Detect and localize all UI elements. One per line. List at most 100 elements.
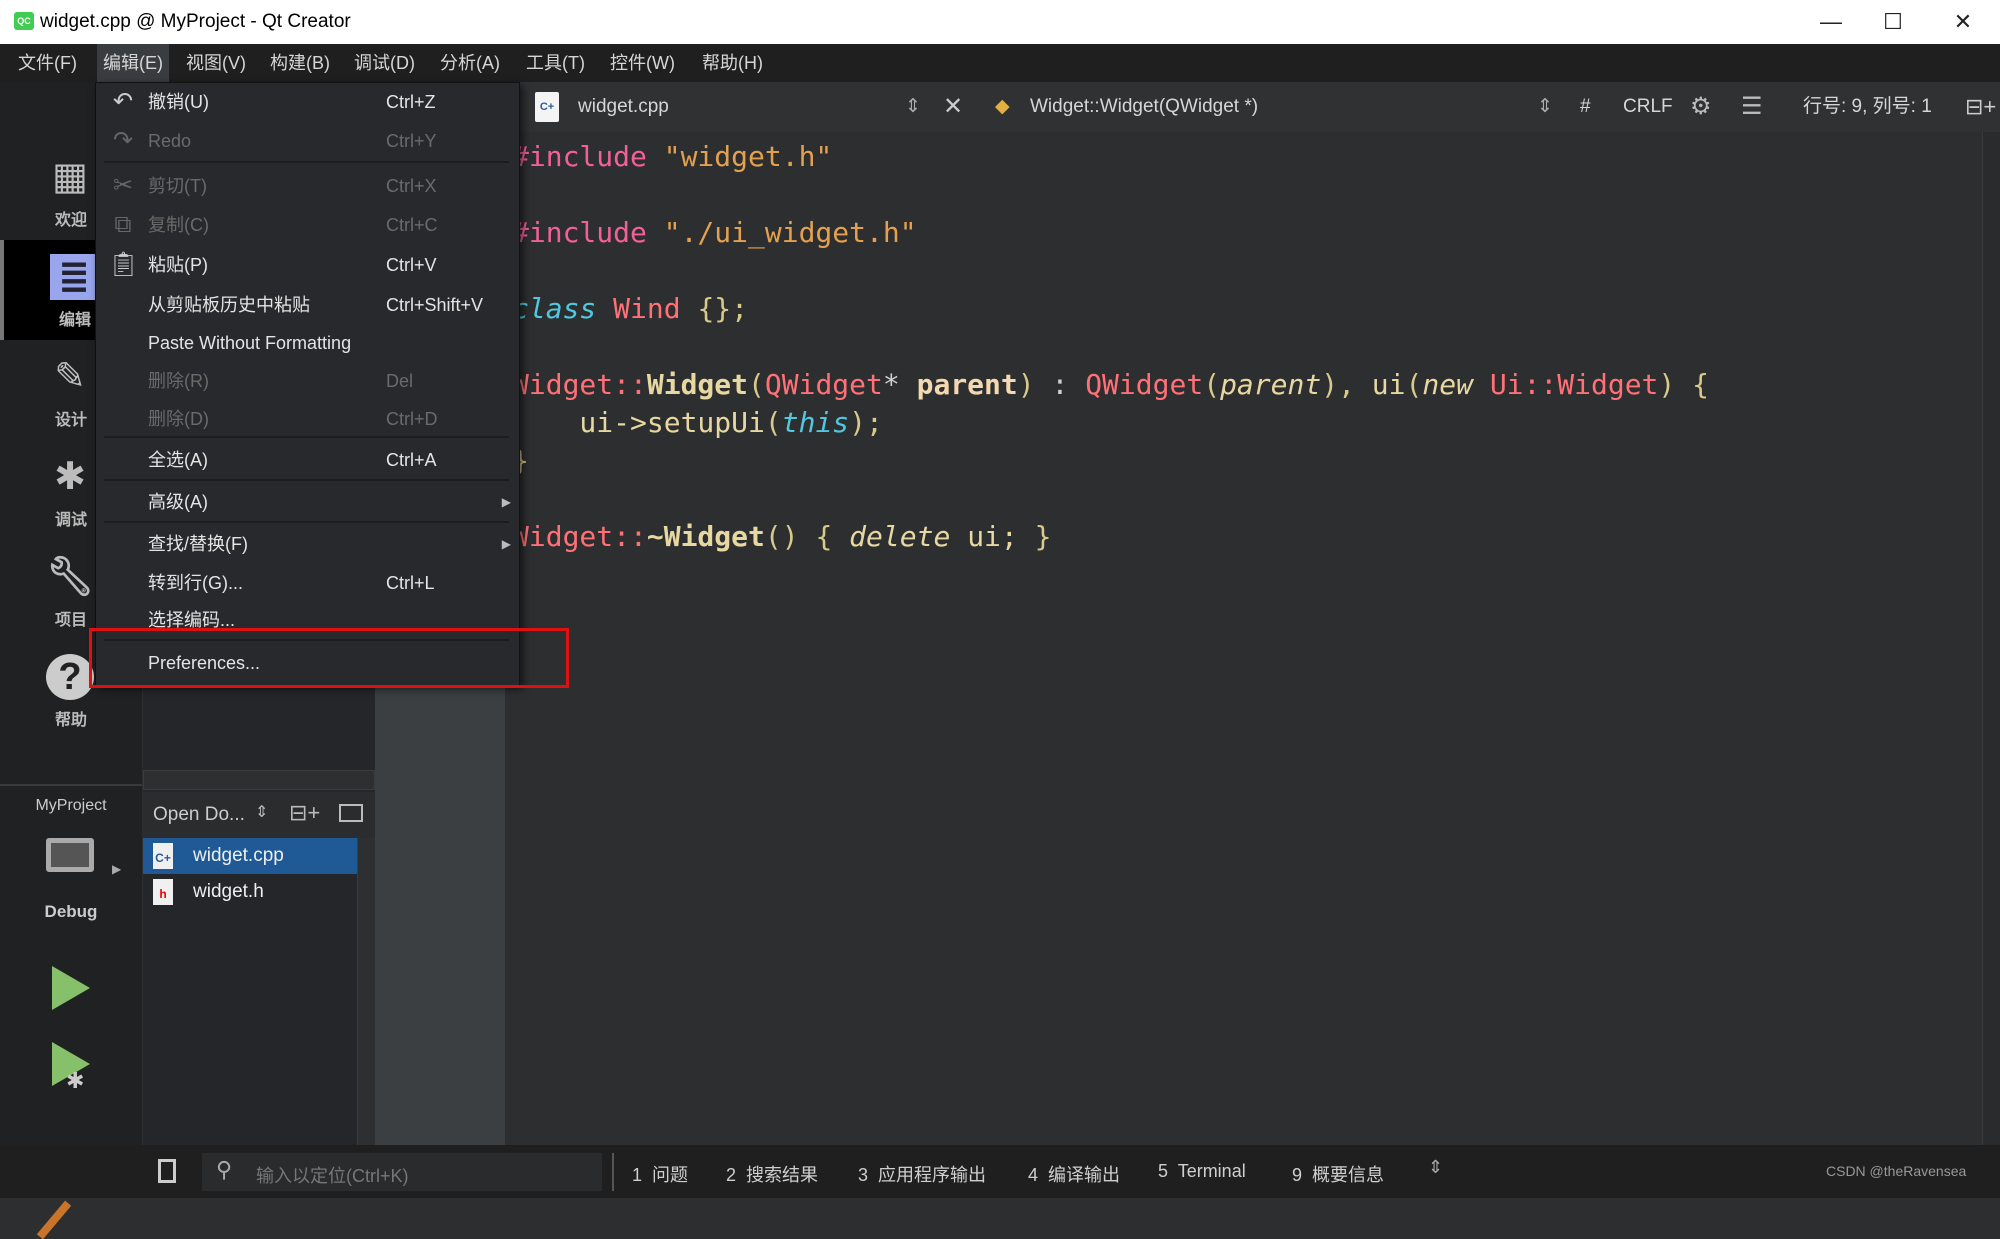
toggle-sidebar-icon[interactable] — [158, 1159, 176, 1183]
split-icon[interactable]: ⊟+ — [289, 800, 320, 826]
menu-item[interactable]: 全选(A) Ctrl+A — [96, 441, 519, 479]
code-token: () { — [764, 520, 850, 553]
output-pane-button[interactable]: 4 编译输出 — [1028, 1161, 1120, 1187]
current-file-selector[interactable]: widget.cpp — [578, 82, 669, 132]
code-model-icon[interactable]: ⚙ — [1690, 82, 1712, 132]
menu-item-label: 粘贴(P) — [148, 255, 208, 275]
code-token: parent — [916, 368, 1018, 401]
menu-item-shortcut: Ctrl+Shift+V — [386, 295, 484, 315]
divider — [612, 1153, 614, 1191]
menu-item[interactable]: 删除(D) Ctrl+D — [96, 400, 519, 438]
menu-7[interactable]: 控件(W) — [604, 44, 681, 82]
menu-separator — [104, 521, 509, 523]
menu-4[interactable]: 调试(D) — [348, 44, 421, 82]
menu-item[interactable]: ⧉ 复制(C) Ctrl+C — [96, 206, 519, 244]
chevron-right-icon[interactable]: ▶ — [112, 862, 121, 876]
pencil-icon: ✎ — [54, 356, 86, 398]
menu-item[interactable]: 📋︎ 粘贴(P) Ctrl+V — [96, 246, 519, 284]
output-pane-button[interactable]: 3 应用程序输出 — [858, 1161, 986, 1187]
menu-2[interactable]: 视图(V) — [180, 44, 252, 82]
menu-item[interactable]: 删除(R) Del — [96, 362, 519, 400]
updown-icon[interactable]: ⇕ — [905, 82, 921, 132]
submenu-arrow-icon: ▶ — [501, 537, 511, 551]
split-editor-icon[interactable]: ⊟+ — [1965, 82, 1996, 132]
line-ending-selector[interactable]: CRLF — [1623, 82, 1673, 132]
title-bar: QC widget.cpp @ MyProject - Qt Creator —… — [0, 0, 2000, 44]
close-button[interactable]: ✕ — [1938, 6, 1988, 38]
menu-item[interactable]: Paste Without Formatting — [96, 324, 519, 362]
code-token: ~Widget — [646, 520, 765, 553]
menu-6[interactable]: 工具(T) — [520, 44, 591, 82]
menu-item-label: Paste Without Formatting — [148, 333, 352, 353]
code-line: #include "./ui_widget.h" — [512, 214, 917, 252]
code-token: QWidget — [1085, 368, 1204, 401]
close-file-icon[interactable]: ✕ — [943, 82, 963, 132]
code-token: ) — [1017, 368, 1035, 401]
code-token: {}; — [680, 292, 749, 325]
menu-item[interactable]: 高级(A) ▶ — [96, 483, 519, 521]
code-token: QWidget — [764, 368, 883, 401]
output-pane-button[interactable]: 2 搜索结果 — [726, 1161, 818, 1187]
edit-doc-icon: ≣ — [50, 254, 98, 300]
output-pane-button[interactable]: 9 概要信息 — [1292, 1161, 1384, 1187]
menu-item-label: 复制(C) — [148, 215, 209, 235]
menu-3[interactable]: 构建(B) — [264, 44, 336, 82]
code-token: : — [1034, 368, 1086, 401]
menu-item-shortcut: Ctrl+D — [386, 409, 438, 429]
code-token: #include — [512, 216, 664, 249]
output-pane-button[interactable]: 1 问题 — [632, 1161, 688, 1187]
maximize-button[interactable]: ☐ — [1868, 6, 1918, 38]
horizontal-scrollbar[interactable] — [143, 770, 375, 790]
menu-item[interactable]: ↶ 撤销(U) Ctrl+Z — [96, 83, 519, 121]
undo-icon: ↶ — [112, 88, 134, 115]
menu-item-shortcut: Del — [386, 371, 414, 391]
menu-item-label: 从剪贴板历史中粘贴 — [148, 295, 310, 315]
menu-separator — [104, 479, 509, 481]
menu-0[interactable]: 文件(F) — [12, 44, 83, 82]
code-token: ( — [764, 406, 782, 439]
menu-5[interactable]: 分析(A) — [434, 44, 506, 82]
symbol-selector[interactable]: Widget::Widget(QWidget *) — [1030, 82, 1258, 132]
menu-item-shortcut: Ctrl+C — [386, 215, 438, 235]
menu-item[interactable]: 查找/替换(F) ▶ — [96, 525, 519, 563]
menu-item[interactable]: 转到行(G)... Ctrl+L — [96, 564, 519, 602]
updown-icon[interactable]: ⇕ — [255, 802, 268, 822]
bug-icon: ✱ — [66, 1068, 85, 1093]
open-document-item[interactable]: h widget.h — [143, 874, 357, 910]
monitor-icon[interactable] — [46, 838, 94, 872]
minimize-button[interactable]: — — [1806, 6, 1856, 38]
locator-placeholder: 输入以定位(Ctrl+K) — [256, 1166, 409, 1186]
menu-item[interactable]: ↷ Redo Ctrl+Y — [96, 122, 519, 160]
code-token: ui — [1354, 368, 1406, 401]
code-token: ui->setupUi — [512, 406, 765, 439]
code-token: parent — [1220, 368, 1322, 401]
menu-8[interactable]: 帮助(H) — [696, 44, 769, 82]
menu-bar: 文件(F) 编辑(E) 视图(V) 构建(B) 调试(D) 分析(A) 工具(T) 控件(W)… — [0, 44, 2000, 82]
updown-icon[interactable]: ⇕ — [1428, 1157, 1443, 1178]
document-name: widget.cpp — [193, 845, 284, 866]
run-icon[interactable] — [52, 966, 90, 1010]
menu-1[interactable]: 编辑(E) — [97, 44, 169, 82]
hammer-icon[interactable] — [36, 1200, 72, 1239]
outline-icon[interactable]: ☰ — [1741, 82, 1763, 132]
open-document-item[interactable]: C+ widget.cpp — [143, 838, 357, 874]
menu-item-label: 高级(A) — [148, 492, 208, 512]
open-documents-selector[interactable]: Open Do... — [153, 804, 245, 826]
vertical-scrollbar[interactable] — [357, 838, 375, 1145]
menu-item-label: 删除(R) — [148, 371, 209, 391]
locator-input[interactable]: ⚲ 输入以定位(Ctrl+K) — [202, 1153, 602, 1191]
code-token: Widget:: — [512, 520, 647, 553]
editor-vertical-scrollbar[interactable] — [1982, 132, 2000, 1145]
encoding-hash[interactable]: # — [1580, 82, 1591, 132]
status-bar: ⚲ 输入以定位(Ctrl+K) 1 问题 2 搜索结果 3 应用程序输出 4 编译输出… — [0, 1145, 2000, 1198]
menu-item[interactable]: 从剪贴板历史中粘贴 Ctrl+Shift+V — [96, 286, 519, 324]
header-file-icon: h — [153, 879, 173, 905]
code-token: new — [1422, 368, 1490, 401]
output-pane-button[interactable]: 5 Terminal — [1158, 1161, 1246, 1182]
menu-item[interactable]: ✂ 剪切(T) Ctrl+X — [96, 167, 519, 205]
updown-icon[interactable]: ⇕ — [1537, 82, 1553, 132]
cpp-file-icon: C+ — [153, 843, 173, 869]
code-line: class Wind {}; — [512, 290, 748, 328]
cursor-position[interactable]: 行号: 9, 列号: 1 — [1803, 82, 1932, 132]
collapse-icon[interactable] — [339, 804, 363, 822]
